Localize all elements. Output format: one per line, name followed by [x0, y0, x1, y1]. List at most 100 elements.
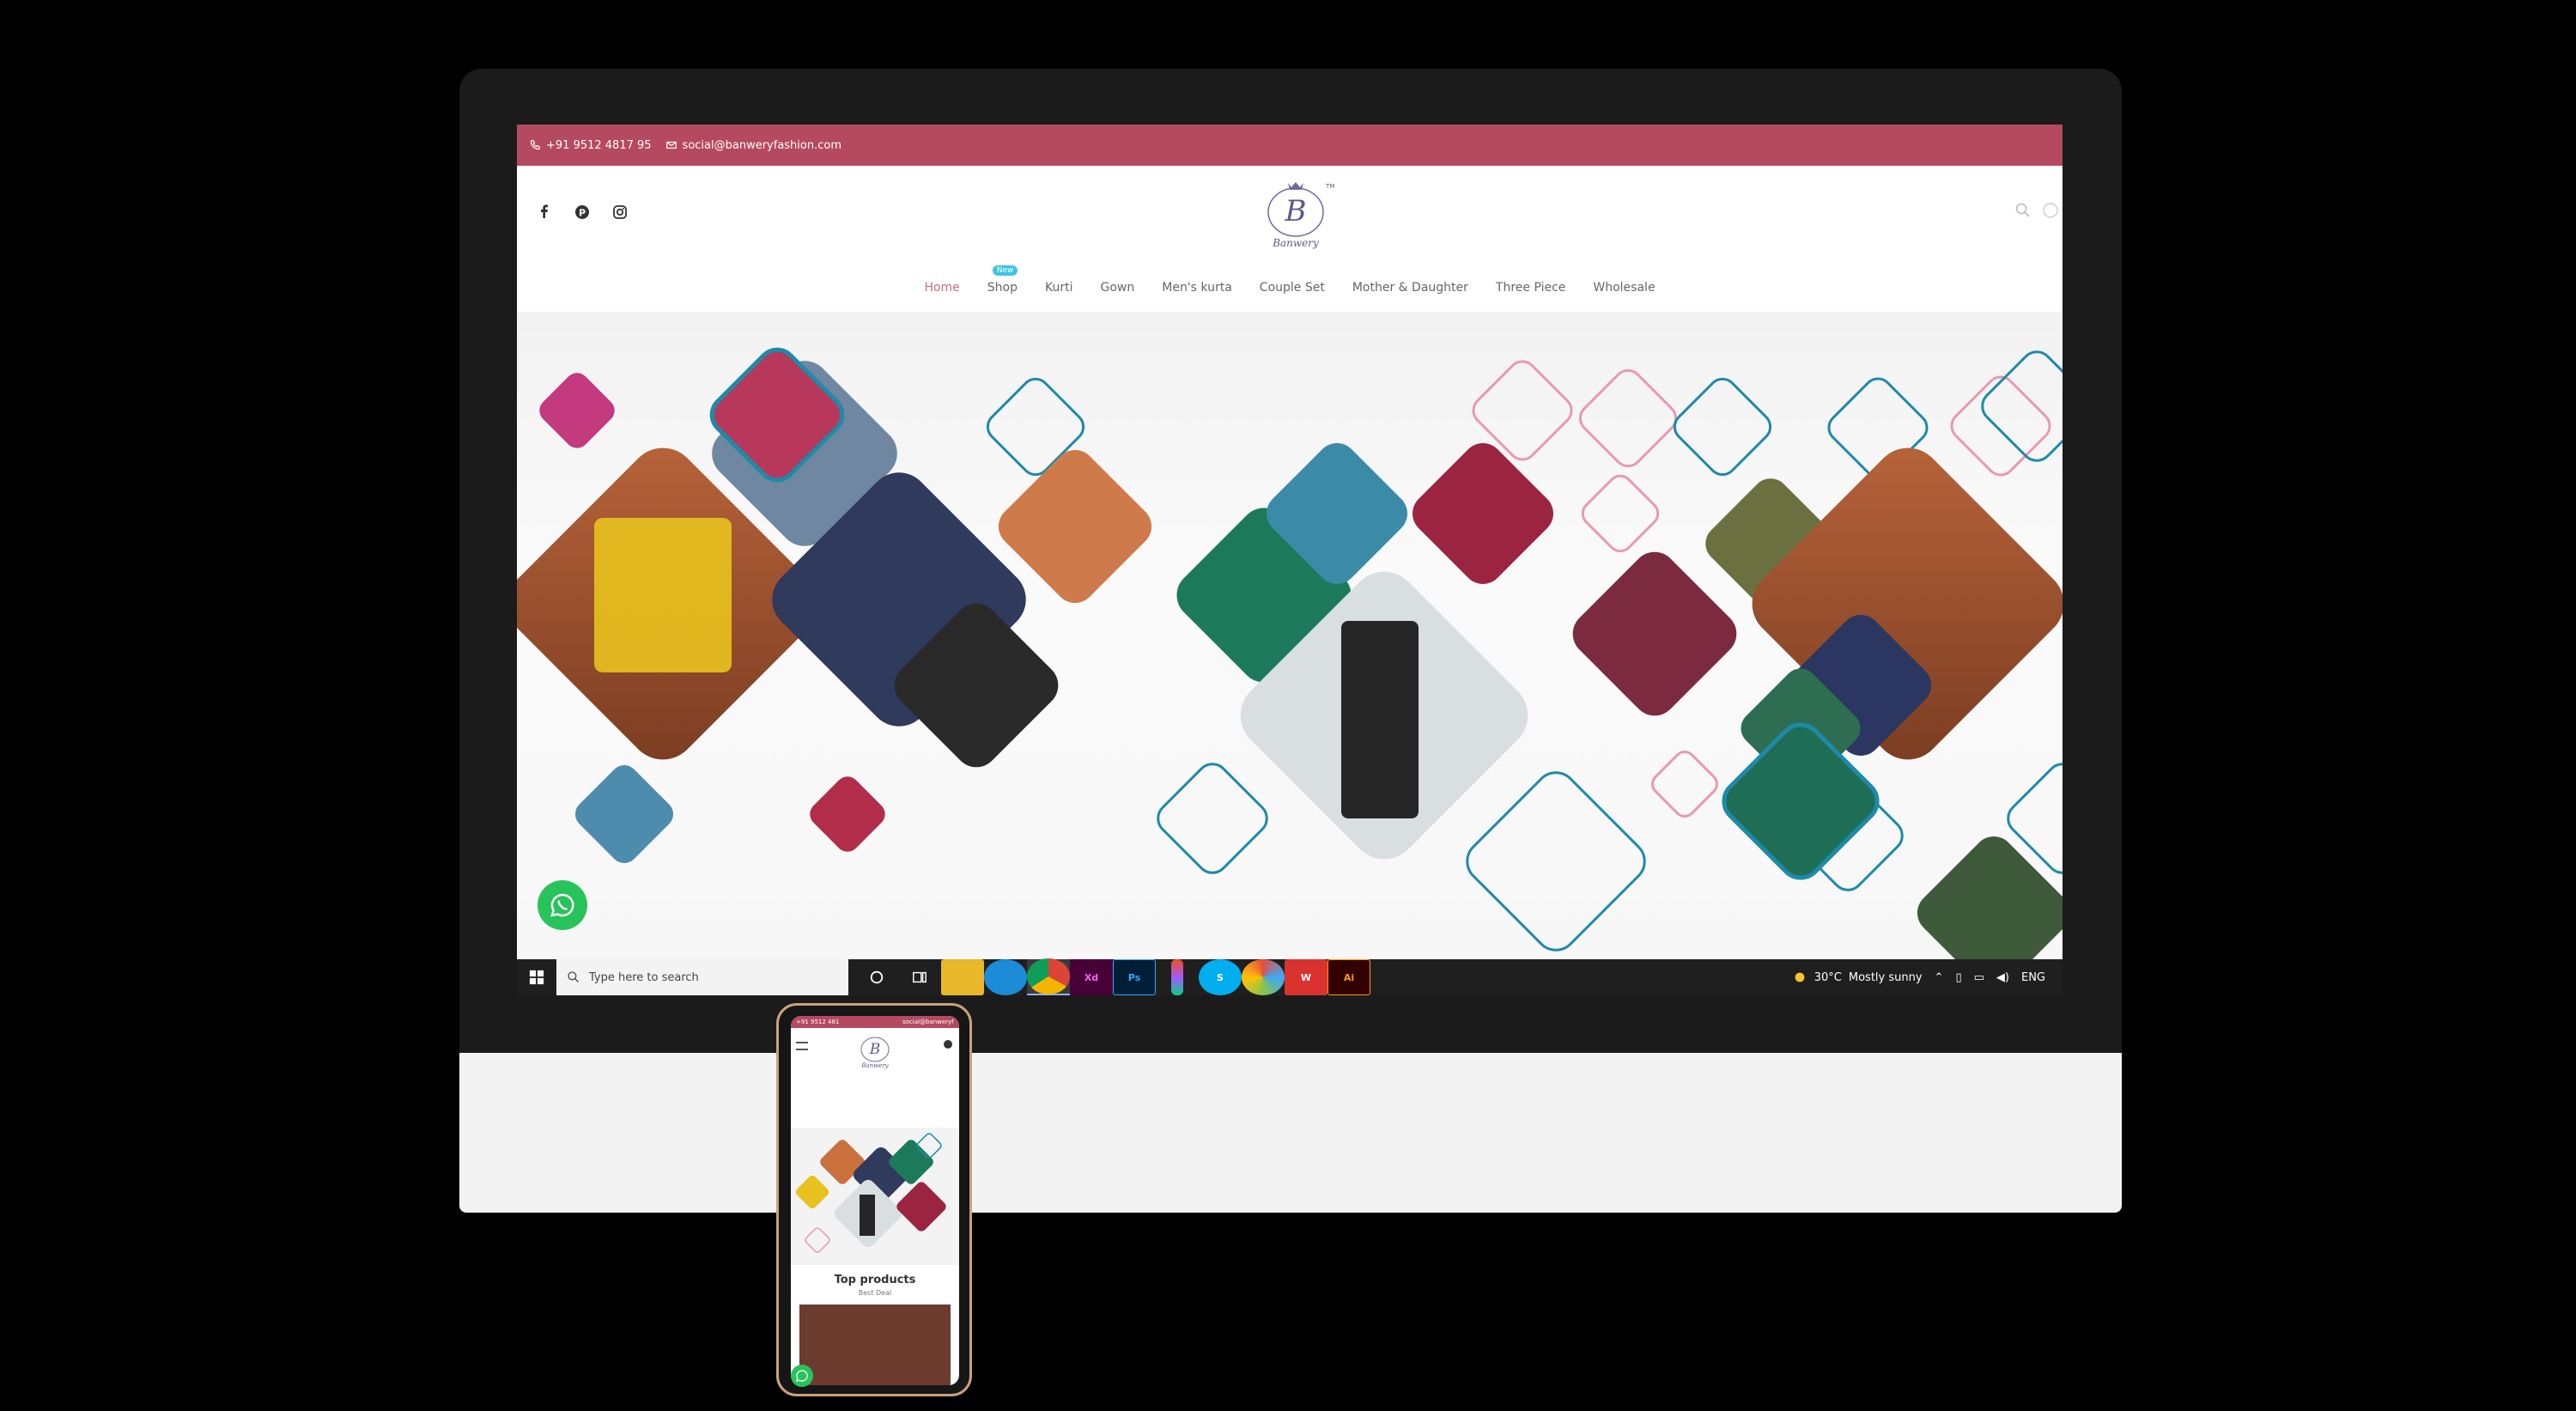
- desktop-screen: +91 9512 4817 95 social@banweryfashion.c…: [517, 125, 2063, 995]
- hero-collage: [517, 347, 2063, 959]
- nav-gown[interactable]: Gown: [1087, 281, 1149, 295]
- monitor-chin: [459, 1053, 2122, 1213]
- nav-home[interactable]: Home: [910, 281, 973, 295]
- phone-topbar-phone: +91 9512 4817 95: [796, 1019, 839, 1025]
- phone-number: +91 9512 4817 95: [546, 138, 652, 152]
- svg-text:P: P: [579, 208, 586, 219]
- nav-kurti-label: Kurti: [1045, 281, 1073, 295]
- photo-diamond: [810, 776, 885, 852]
- header-tools: [2014, 202, 2059, 219]
- outline-diamond: [1981, 350, 2063, 462]
- logo-name: Banwery: [1272, 237, 1319, 249]
- phone-section-title: Top products: [791, 1274, 959, 1286]
- logo-trademark: TM: [1325, 183, 1334, 190]
- facebook-icon[interactable]: [536, 204, 553, 221]
- contact-bar: +91 9512 4817 95 social@banweryfashion.c…: [517, 125, 2063, 166]
- outline-diamond: [1581, 474, 1660, 553]
- windows-start-icon[interactable]: [517, 959, 556, 995]
- phone-icon: [530, 140, 540, 150]
- outline-diamond: [1157, 763, 1268, 874]
- figma-icon[interactable]: [1156, 959, 1199, 995]
- outline-diamond: [1950, 375, 2051, 477]
- photos-icon[interactable]: [1242, 959, 1285, 995]
- nav-three-piece-label: Three Piece: [1495, 281, 1566, 295]
- file-explorer-icon[interactable]: [941, 959, 984, 995]
- photo-diamond: [1917, 836, 2063, 959]
- nav-wholesale[interactable]: Wholesale: [1579, 281, 1668, 295]
- outline-diamond: [1673, 377, 1772, 477]
- windows-taskbar: Type here to search Xd Ps S W Ai 30°C Mo…: [517, 958, 2063, 995]
- hamburger-menu-icon[interactable]: [796, 1042, 808, 1050]
- nav-shop[interactable]: Shop New: [974, 265, 1031, 295]
- search-icon: [568, 971, 580, 983]
- phone-section-subtitle: Best Deal: [858, 1289, 892, 1297]
- sun-icon: [1795, 972, 1805, 982]
- photoshop-icon[interactable]: Ps: [1113, 959, 1156, 995]
- mail-icon: [665, 141, 677, 149]
- illustrator-icon[interactable]: Ai: [1327, 959, 1370, 995]
- pinterest-icon[interactable]: P: [574, 204, 591, 221]
- new-badge: New: [992, 265, 1018, 276]
- logo-letter: B: [1285, 194, 1307, 228]
- photo-diamond: [1413, 443, 1553, 584]
- social-links: P: [536, 204, 629, 221]
- phone-section-title-text: Top products: [834, 1274, 916, 1286]
- whatsapp-button[interactable]: [538, 880, 587, 930]
- device-icon[interactable]: ▯: [1955, 971, 1961, 984]
- cortana-icon[interactable]: [855, 959, 898, 995]
- nav-three-piece[interactable]: Three Piece: [1482, 281, 1580, 295]
- site-logo[interactable]: B Banwery TM: [1257, 176, 1334, 252]
- account-icon[interactable]: [2042, 202, 2059, 219]
- photo-diamond: [539, 373, 615, 448]
- skype-icon[interactable]: S: [1199, 959, 1242, 995]
- outline-diamond: [1578, 368, 1678, 468]
- phone-contact[interactable]: +91 9512 4817 95: [529, 139, 652, 152]
- phone-whatsapp-button[interactable]: [791, 1365, 813, 1387]
- phone-product-image[interactable]: [799, 1305, 951, 1385]
- task-view-icon[interactable]: [898, 959, 941, 995]
- photo-diamond: [1572, 551, 1737, 716]
- whatsapp-icon: [796, 1370, 808, 1382]
- nav-mens-kurta[interactable]: Men's kurta: [1148, 281, 1246, 295]
- photo-diamond: [594, 518, 732, 672]
- chrome-icon[interactable]: [1027, 958, 1070, 995]
- nav-shop-label: Shop: [987, 281, 1018, 295]
- phone-screen: +91 9512 4817 95 social@banweryfashion.c…: [791, 1016, 959, 1385]
- instagram-icon[interactable]: [611, 204, 629, 221]
- edge-icon[interactable]: [984, 959, 1027, 995]
- volume-icon[interactable]: ◀): [1996, 971, 2009, 984]
- nav-mother-daughter[interactable]: Mother & Daughter: [1339, 281, 1482, 295]
- system-tray: 30°C Mostly sunny ⌃ ▯ ▭ ◀) ENG: [1792, 970, 2063, 985]
- taskbar-search-placeholder: Type here to search: [589, 970, 699, 984]
- phone-hero-collage: [795, 1133, 946, 1253]
- hero-banner[interactable]: [517, 312, 2063, 959]
- nav-couple-set-label: Couple Set: [1259, 281, 1325, 295]
- outline-diamond: [1466, 771, 1646, 952]
- outline-diamond: [1651, 751, 1718, 818]
- photo-diamond: [1341, 621, 1419, 818]
- nav-home-label: Home: [924, 281, 960, 295]
- language-indicator[interactable]: ENG: [2021, 971, 2045, 984]
- search-icon[interactable]: [2014, 202, 2032, 219]
- phone-cart-icon[interactable]: [944, 1040, 952, 1049]
- chevron-up-icon[interactable]: ⌃: [1935, 971, 1944, 984]
- phone-header: B Banwery: [791, 1028, 959, 1073]
- adobe-xd-icon[interactable]: Xd: [1070, 959, 1113, 995]
- taskbar-apps: Xd Ps S W Ai: [855, 958, 1370, 995]
- nav-kurti[interactable]: Kurti: [1031, 281, 1087, 295]
- email-contact[interactable]: social@banweryfashion.com: [665, 139, 841, 152]
- nav-wholesale-label: Wholesale: [1593, 281, 1656, 295]
- nav-mother-daughter-label: Mother & Daughter: [1352, 281, 1468, 295]
- nav-couple-set[interactable]: Couple Set: [1246, 281, 1339, 295]
- phone-mockup: +91 9512 4817 95 social@banweryfashion.c…: [776, 1003, 972, 1396]
- phone-logo[interactable]: B Banwery: [855, 1031, 895, 1069]
- main-nav: Home Shop New Kurti Gown Men's kurta Coup…: [517, 265, 2063, 310]
- weather-text: Mostly sunny: [1848, 970, 1923, 984]
- taskbar-search[interactable]: Type here to search: [556, 959, 848, 995]
- weather-widget[interactable]: 30°C Mostly sunny: [1792, 970, 1923, 985]
- phone-logo-letter: B: [869, 1041, 881, 1058]
- wps-office-icon[interactable]: W: [1285, 959, 1327, 995]
- phone-topbar-email: social@banweryfashion.com: [902, 1019, 954, 1025]
- phone-hero[interactable]: [791, 1128, 959, 1265]
- network-icon[interactable]: ▭: [1974, 971, 1984, 984]
